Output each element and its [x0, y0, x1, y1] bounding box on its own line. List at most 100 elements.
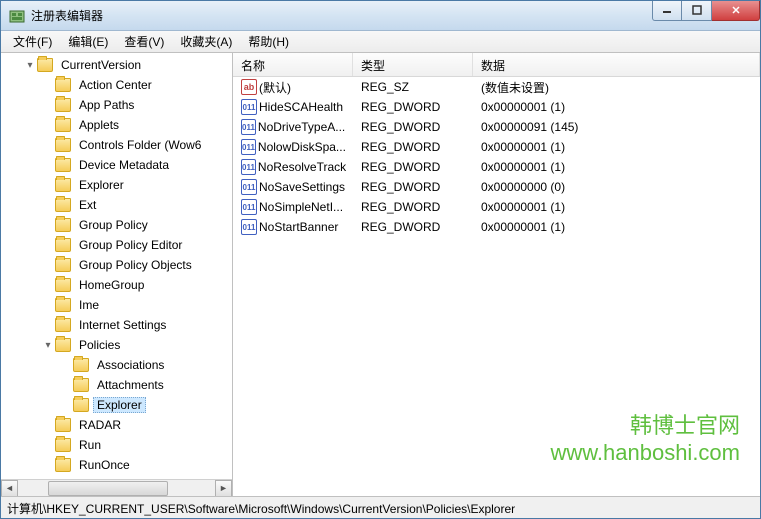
- list-row[interactable]: ab(默认)REG_SZ(数值未设置): [233, 77, 760, 97]
- cell-type: REG_DWORD: [353, 220, 473, 234]
- value-name: NoStartBanner: [259, 220, 338, 234]
- menu-view[interactable]: 查看(V): [116, 31, 172, 52]
- tree-label: Applets: [75, 117, 123, 133]
- list-row[interactable]: 011NolowDiskSpa...REG_DWORD0x00000001 (1…: [233, 137, 760, 157]
- column-name[interactable]: 名称: [233, 53, 353, 76]
- folder-icon: [55, 198, 71, 212]
- scroll-right-button[interactable]: ►: [215, 480, 232, 497]
- close-button[interactable]: [712, 1, 760, 21]
- menu-edit[interactable]: 编辑(E): [60, 31, 116, 52]
- tree-item[interactable]: Ext: [1, 195, 232, 215]
- window-controls: [652, 1, 760, 21]
- column-data[interactable]: 数据: [473, 53, 760, 76]
- collapse-icon[interactable]: ▾: [23, 60, 37, 71]
- cell-name: 011NoSaveSettings: [233, 179, 353, 195]
- folder-icon: [73, 378, 89, 392]
- list-body[interactable]: ab(默认)REG_SZ(数值未设置)011HideSCAHealthREG_D…: [233, 77, 760, 496]
- list-row[interactable]: 011NoDriveTypeA...REG_DWORD0x00000091 (1…: [233, 117, 760, 137]
- folder-icon: [55, 118, 71, 132]
- tree-item[interactable]: ▾ CurrentVersion: [1, 55, 232, 75]
- folder-icon: [55, 78, 71, 92]
- maximize-button[interactable]: [682, 1, 712, 21]
- tree-label: Internet Settings: [75, 317, 170, 333]
- folder-icon: [73, 398, 89, 412]
- tree-item[interactable]: Ime: [1, 295, 232, 315]
- app-icon: [9, 8, 25, 24]
- tree-label: HomeGroup: [75, 277, 148, 293]
- tree-item[interactable]: Explorer: [1, 175, 232, 195]
- tree-label: Ime: [75, 297, 103, 313]
- tree-label: Group Policy Objects: [75, 257, 196, 273]
- registry-editor-window: 注册表编辑器 文件(F) 编辑(E) 查看(V) 收藏夹(A) 帮助(H) ▾ C…: [0, 0, 761, 519]
- tree-label: Group Policy: [75, 217, 152, 233]
- close-icon: [731, 5, 741, 15]
- statusbar: 计算机\HKEY_CURRENT_USER\Software\Microsoft…: [1, 496, 760, 518]
- tree-item[interactable]: Group Policy Editor: [1, 235, 232, 255]
- tree-label: CurrentVersion: [57, 57, 145, 73]
- cell-type: REG_DWORD: [353, 200, 473, 214]
- tree-label: Explorer: [93, 397, 146, 413]
- cell-type: REG_DWORD: [353, 140, 473, 154]
- menu-help[interactable]: 帮助(H): [240, 31, 297, 52]
- titlebar[interactable]: 注册表编辑器: [1, 1, 760, 31]
- tree-label: Policies: [75, 337, 124, 353]
- dword-value-icon: 011: [241, 199, 257, 215]
- list-row[interactable]: 011NoSimpleNetI...REG_DWORD0x00000001 (1…: [233, 197, 760, 217]
- folder-icon: [55, 278, 71, 292]
- list-row[interactable]: 011NoSaveSettingsREG_DWORD0x00000000 (0): [233, 177, 760, 197]
- value-name: NoResolveTrack: [258, 160, 346, 174]
- tree-label: Ext: [75, 197, 100, 213]
- value-name: (默认): [259, 79, 291, 96]
- tree-item[interactable]: Device Metadata: [1, 155, 232, 175]
- cell-name: 011NoSimpleNetI...: [233, 199, 353, 215]
- cell-data: 0x00000001 (1): [473, 160, 760, 174]
- dword-value-icon: 011: [241, 219, 257, 235]
- column-type[interactable]: 类型: [353, 53, 473, 76]
- tree-label: Action Center: [75, 77, 156, 93]
- minimize-button[interactable]: [652, 1, 682, 21]
- tree-item[interactable]: Attachments: [1, 375, 232, 395]
- value-name: NolowDiskSpa...: [258, 140, 346, 154]
- value-name: NoSimpleNetI...: [259, 200, 343, 214]
- cell-type: REG_SZ: [353, 80, 473, 94]
- cell-data: 0x00000001 (1): [473, 100, 760, 114]
- cell-name: 011HideSCAHealth: [233, 99, 353, 115]
- tree-item[interactable]: Explorer: [1, 395, 232, 415]
- tree-label: Controls Folder (Wow6: [75, 137, 205, 153]
- scroll-left-button[interactable]: ◄: [1, 480, 18, 497]
- list-row[interactable]: 011NoStartBannerREG_DWORD0x00000001 (1): [233, 217, 760, 237]
- tree-item[interactable]: Controls Folder (Wow6: [1, 135, 232, 155]
- list-row[interactable]: 011NoResolveTrackREG_DWORD0x00000001 (1): [233, 157, 760, 177]
- folder-icon: [55, 258, 71, 272]
- tree-item[interactable]: ▾ Policies: [1, 335, 232, 355]
- scroll-thumb[interactable]: [48, 481, 168, 496]
- cell-name: 011NoStartBanner: [233, 219, 353, 235]
- list-header: 名称 类型 数据: [233, 53, 760, 77]
- tree-item[interactable]: Associations: [1, 355, 232, 375]
- tree-item[interactable]: Group Policy Objects: [1, 255, 232, 275]
- dword-value-icon: 011: [241, 179, 257, 195]
- value-name: HideSCAHealth: [259, 100, 343, 114]
- tree-item[interactable]: Run: [1, 435, 232, 455]
- tree-item[interactable]: Internet Settings: [1, 315, 232, 335]
- folder-icon: [55, 418, 71, 432]
- tree-item[interactable]: RunOnce: [1, 455, 232, 475]
- menu-file[interactable]: 文件(F): [5, 31, 60, 52]
- tree-item[interactable]: Group Policy: [1, 215, 232, 235]
- tree-item[interactable]: Applets: [1, 115, 232, 135]
- horizontal-scrollbar[interactable]: ◄ ►: [1, 479, 232, 496]
- tree-item[interactable]: App Paths: [1, 95, 232, 115]
- tree-item[interactable]: RADAR: [1, 415, 232, 435]
- tree-item[interactable]: Action Center: [1, 75, 232, 95]
- folder-icon: [55, 298, 71, 312]
- collapse-icon[interactable]: ▾: [41, 340, 55, 351]
- value-name: NoSaveSettings: [259, 180, 345, 194]
- tree-label: Device Metadata: [75, 157, 173, 173]
- list-row[interactable]: 011HideSCAHealthREG_DWORD0x00000001 (1): [233, 97, 760, 117]
- dword-value-icon: 011: [241, 159, 256, 175]
- minimize-icon: [662, 5, 672, 15]
- folder-icon: [55, 138, 71, 152]
- tree-item[interactable]: HomeGroup: [1, 275, 232, 295]
- tree-body[interactable]: ▾ CurrentVersion Action Center App Paths App…: [1, 53, 232, 479]
- menu-favorites[interactable]: 收藏夹(A): [172, 31, 240, 52]
